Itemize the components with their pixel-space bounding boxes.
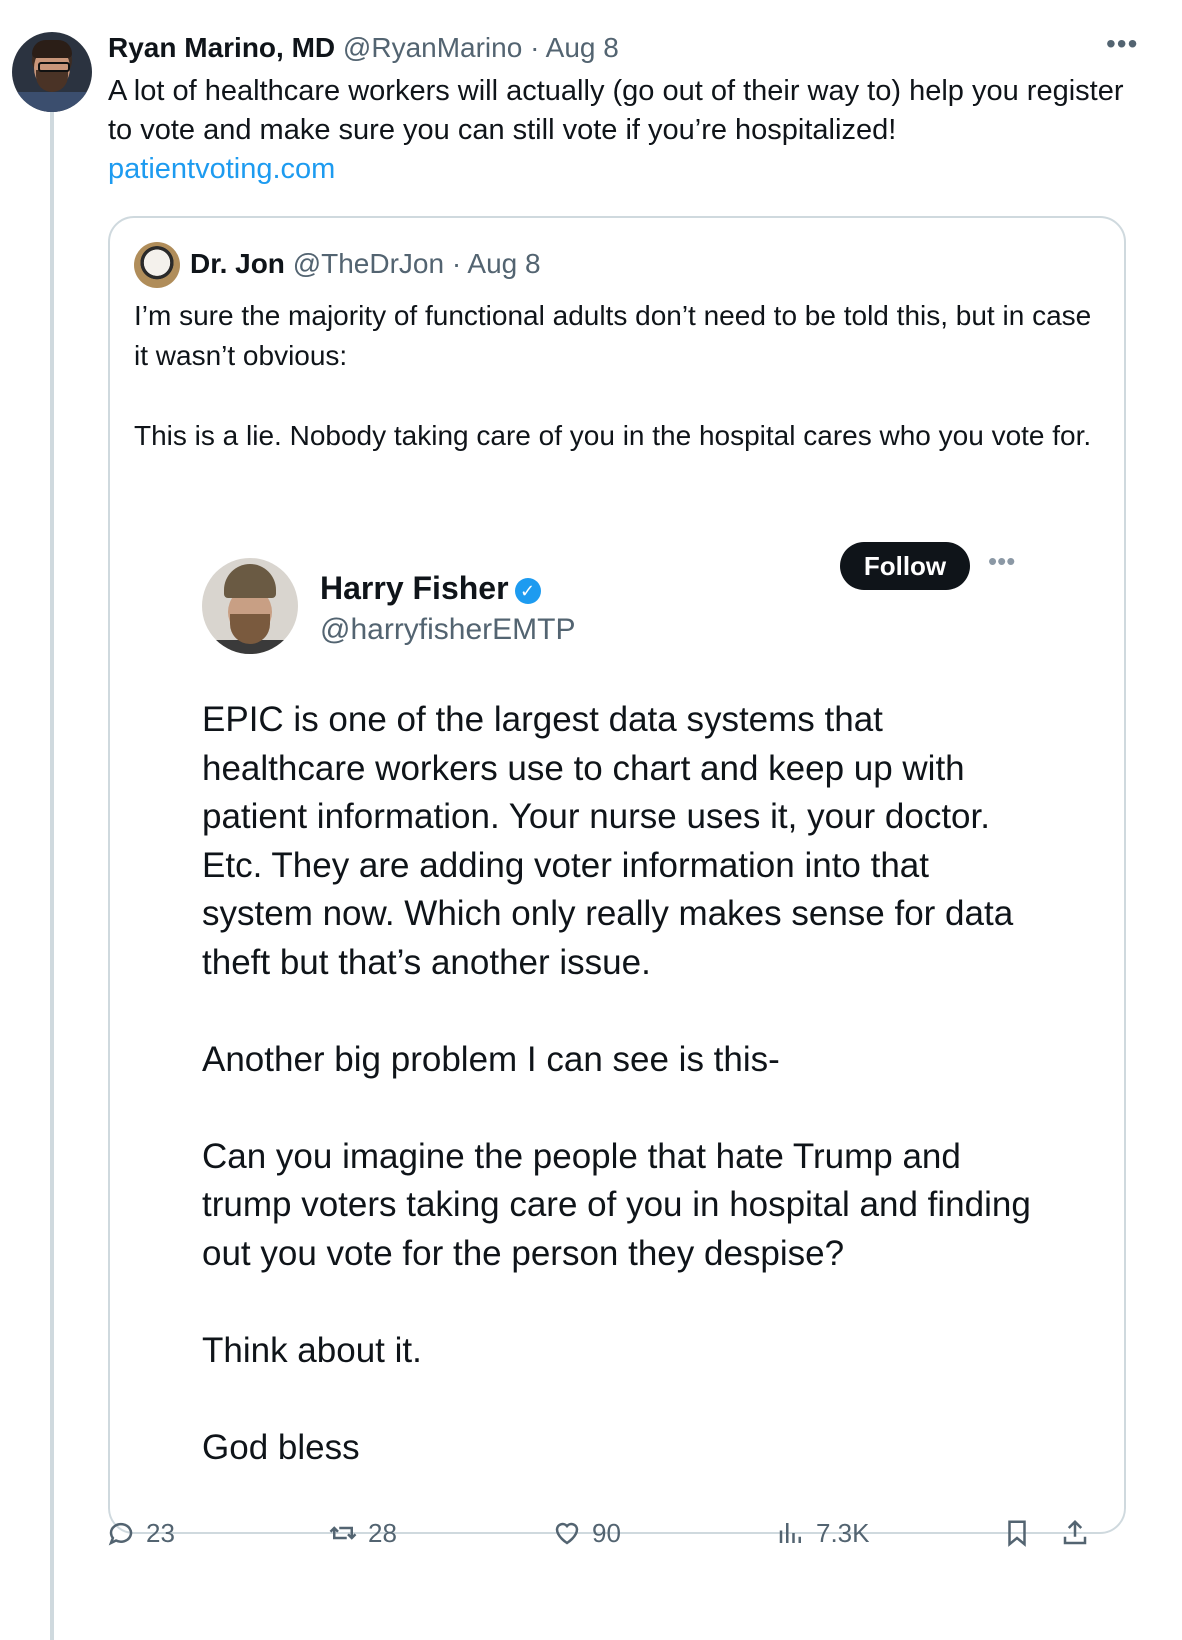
main-tweet-header: Ryan Marino, MD @RyanMarino · Aug 8 [108,28,619,68]
embedded-paragraph: Can you imagine the people that hate Tru… [202,1136,1031,1273]
tweet-action-bar: 23 28 90 7.3K [0,1508,1182,1558]
author-handle[interactable]: @RyanMarino [343,32,522,63]
quoted-tweet-card[interactable]: Dr. Jon @TheDrJon · Aug 8 I’m sure the m… [108,216,1126,1534]
main-tweet-text: A lot of healthcare workers will actuall… [108,72,1128,189]
views-count: 7.3K [816,1517,870,1548]
bookmark-button[interactable] [1002,1508,1032,1558]
verified-badge-icon: ✓ [514,578,541,604]
patientvoting-link[interactable]: patientvoting.com [108,150,1128,189]
embedded-paragraph: Another big problem I can see is this- [202,1039,780,1079]
embedded-author-handle: @harryfisherEMTP [320,613,576,646]
reply-button[interactable]: 23 [106,1508,175,1558]
like-button[interactable]: 90 [552,1508,621,1558]
tweet-date[interactable]: · Aug 8 [530,32,619,63]
repost-icon [329,1526,357,1540]
embedded-paragraph: Think about it. [202,1330,422,1370]
bookmark-icon [1008,1520,1026,1547]
author-name[interactable]: Ryan Marino, MD [108,32,335,63]
repost-button[interactable]: 28 [328,1508,397,1558]
ryan-marino-avatar[interactable] [12,32,92,112]
more-horizontal-icon[interactable]: ••• [1106,28,1138,60]
views-bar-chart-icon [779,1523,801,1543]
like-count: 90 [592,1517,621,1548]
heart-icon [555,1522,579,1545]
tweet-body: A lot of healthcare workers will actuall… [108,75,1124,146]
embedded-author-label: Harry Fisher [320,570,509,606]
embedded-post-text: EPIC is one of the largest data systems … [202,696,1042,1521]
embedded-author-name: Harry Fisher ✓ [320,568,541,608]
quoted-tweet-text: I’m sure the majority of functional adul… [134,296,1094,496]
share-button[interactable] [1060,1508,1090,1558]
reply-count: 23 [146,1517,175,1548]
quoted-paragraph: I’m sure the majority of functional adul… [134,300,1092,371]
reply-icon [108,1522,133,1546]
views-button[interactable]: 7.3K [776,1508,870,1558]
embedded-paragraph: God bless [202,1427,360,1467]
follow-button: Follow [840,542,970,590]
repost-count: 28 [368,1517,397,1548]
embedded-paragraph: EPIC is one of the largest data systems … [202,700,1014,982]
embedded-more-icon: ••• [988,546,1016,576]
quoted-tweet-date: · Aug 8 [451,248,541,279]
quoted-paragraph: This is a lie. Nobody taking care of you… [134,420,1092,451]
harry-fisher-avatar [202,558,298,654]
thread-connector-line [50,112,54,1640]
quoted-author-name: Dr. Jon [190,248,285,279]
quoted-author-handle: @TheDrJon [292,248,445,279]
dr-jon-avatar [134,242,180,288]
share-icon [1063,1519,1087,1545]
quoted-tweet-header: Dr. Jon @TheDrJon · Aug 8 [190,242,541,286]
